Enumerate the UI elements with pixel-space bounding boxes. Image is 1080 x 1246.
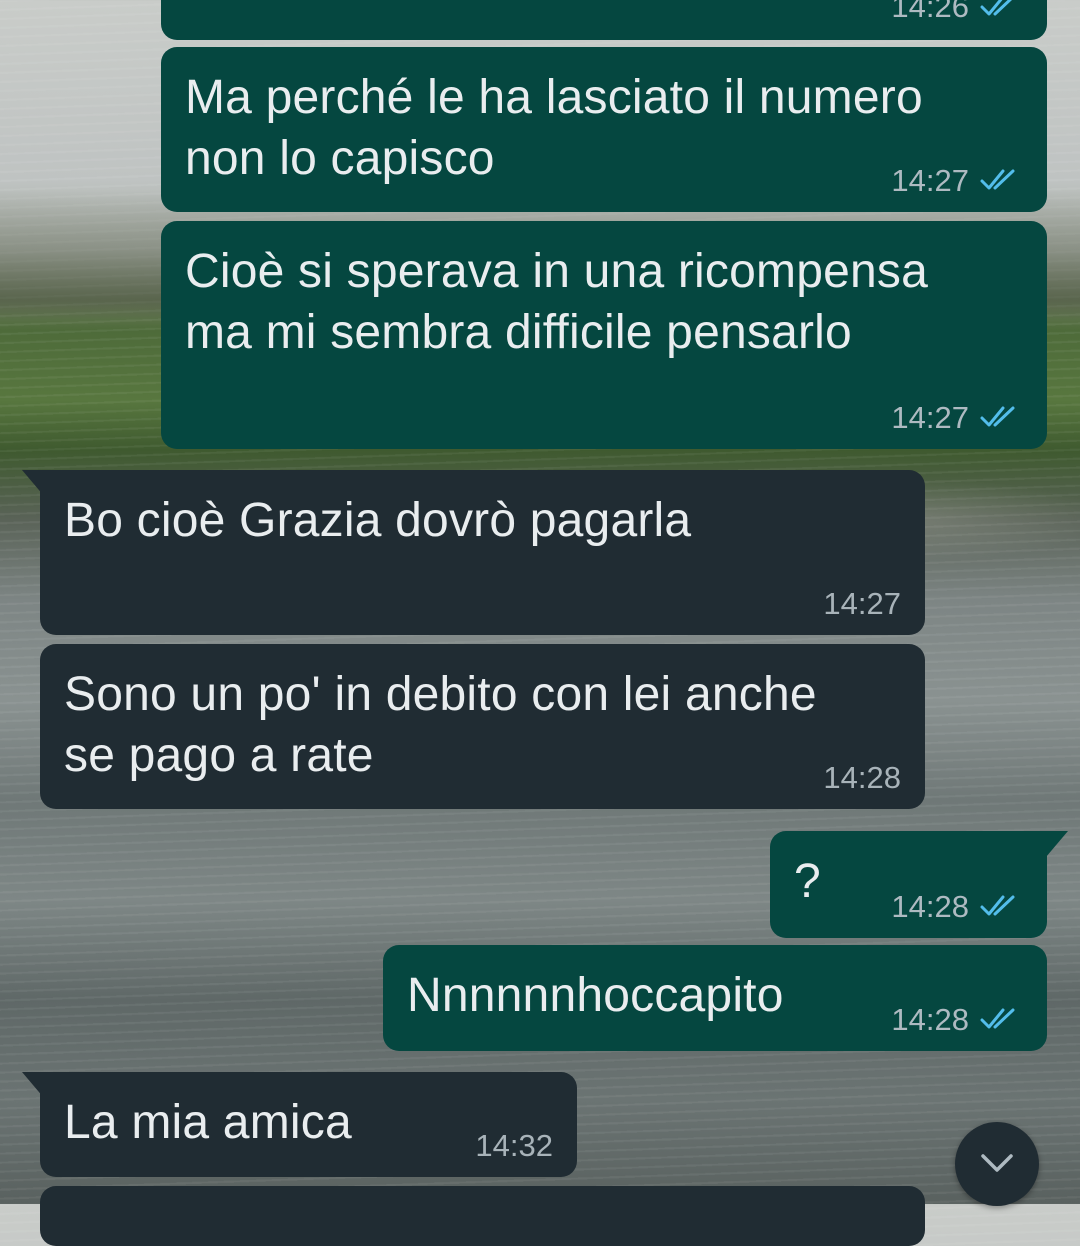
message-bubble-outgoing[interactable]: Nnnnnnhoccapito 14:28 xyxy=(383,945,1047,1051)
message-bubble-outgoing[interactable]: Ma perché le ha lasciato il numero non l… xyxy=(161,47,1047,212)
message-bubble-incoming[interactable]: Bo cioè Grazia dovrò pagarla 14:27 xyxy=(40,470,925,635)
message-meta: 14:27 xyxy=(891,162,1023,198)
message-meta: 14:28 xyxy=(823,759,901,795)
chevron-down-icon xyxy=(981,1154,1013,1172)
message-bubble-incoming[interactable] xyxy=(40,1186,925,1246)
message-bubble-outgoing[interactable]: ? 14:28 xyxy=(770,831,1047,938)
message-text: La mia amica xyxy=(64,1096,352,1149)
double-check-icon xyxy=(980,1008,1015,1029)
double-check-icon xyxy=(980,0,1013,16)
message-text: Nnnnnnhoccapito xyxy=(407,969,784,1022)
message-time: 14:27 xyxy=(891,162,969,198)
message-text: Cioè si sperava in una ricompensa ma mi … xyxy=(185,245,928,359)
message-text: Ma perché le ha lasciato il numero non l… xyxy=(185,71,923,185)
bubble-tail xyxy=(1046,831,1068,857)
chat-message-list[interactable]: 14:26 Ma perché le ha lasciato il numero… xyxy=(0,0,1080,1246)
message-meta: 14:27 xyxy=(823,585,901,621)
message-time: 14:28 xyxy=(891,888,969,924)
message-text: Sono un po' in debito con lei anche se p… xyxy=(64,668,817,782)
double-check-icon xyxy=(980,169,1015,190)
message-text: ? xyxy=(794,855,821,908)
message-meta: 14:28 xyxy=(891,888,1023,924)
message-meta: 14:32 xyxy=(475,1127,553,1163)
message-text: Bo cioè Grazia dovrò pagarla xyxy=(64,494,692,547)
double-check-icon xyxy=(980,406,1015,427)
message-time: 14:28 xyxy=(823,759,901,795)
message-meta: 14:26 xyxy=(891,0,1023,24)
message-time: 14:26 xyxy=(891,0,969,24)
message-time: 14:27 xyxy=(823,585,901,621)
message-meta: 14:27 xyxy=(891,399,1023,435)
message-bubble-outgoing[interactable]: 14:26 xyxy=(161,0,1047,40)
message-bubble-incoming[interactable]: Sono un po' in debito con lei anche se p… xyxy=(40,644,925,809)
scroll-to-bottom-button[interactable] xyxy=(955,1122,1039,1206)
message-meta: 14:28 xyxy=(891,1001,1023,1037)
message-time: 14:27 xyxy=(891,399,969,435)
double-check-icon xyxy=(980,895,1015,916)
message-bubble-incoming[interactable]: La mia amica 14:32 xyxy=(40,1072,577,1177)
message-bubble-outgoing[interactable]: Cioè si sperava in una ricompensa ma mi … xyxy=(161,221,1047,449)
message-time: 14:28 xyxy=(891,1001,969,1037)
message-time: 14:32 xyxy=(475,1127,553,1163)
